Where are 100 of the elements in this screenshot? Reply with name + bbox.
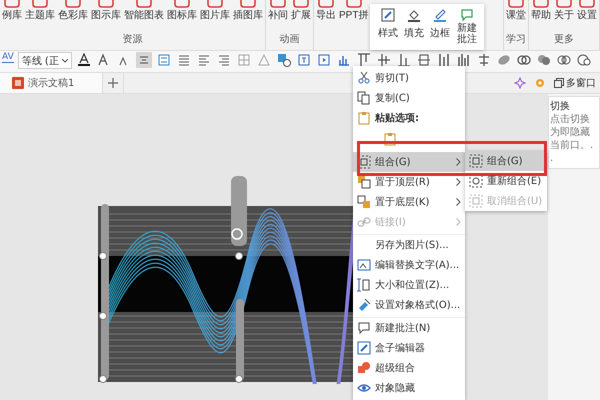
chevron-right-icon (456, 178, 461, 186)
align-left-icon (196, 53, 211, 67)
toolbar-button[interactable]: 填充 (404, 8, 424, 40)
clipboard-icon (383, 132, 397, 146)
ribbon-button[interactable]: 主题库 (25, 0, 55, 22)
ribbon-button[interactable]: 图标库 (167, 0, 197, 22)
menu-item[interactable]: 组合(G) (353, 152, 465, 172)
menu-item[interactable]: 置于顶层(R) (353, 172, 465, 192)
link-icon (357, 215, 371, 229)
menu-item[interactable]: 超级组合 (353, 358, 465, 378)
menu-item[interactable]: 盒子编辑器 (353, 338, 465, 358)
ribbon-button[interactable]: 智能图表 (124, 0, 164, 22)
multi-window-button[interactable]: 多窗口 (554, 76, 600, 90)
shape-icon (256, 53, 271, 67)
group-label: 更多 (554, 34, 574, 46)
text-box-icon (296, 53, 311, 67)
ribbon-button[interactable]: 设置 (577, 0, 597, 22)
menu-item[interactable]: 复制(C) (353, 88, 465, 108)
character-spacing-button[interactable]: AV (2, 52, 14, 63)
union-icon (496, 53, 511, 67)
ribbon-button[interactable]: 帮助 (531, 0, 551, 22)
chevron-right-icon (456, 158, 461, 166)
alt-text-icon (357, 258, 371, 272)
sparkle-icon (514, 77, 526, 89)
scissors-icon (357, 71, 371, 85)
menu-item[interactable]: 重新组合(E) (465, 171, 547, 191)
table-icon (236, 53, 251, 67)
ribbon-icon (206, 0, 224, 8)
ribbon-button[interactable]: 补间 (268, 0, 288, 22)
justify-icon (176, 53, 191, 67)
style-icon (381, 8, 395, 22)
chevron-right-icon (456, 198, 461, 206)
ribbon-icon (173, 0, 191, 8)
document-tab[interactable]: 演示文稿1 (0, 73, 103, 93)
fill-bucket-icon (407, 8, 421, 22)
align-right-icon (216, 53, 231, 67)
new-comment-icon (460, 8, 474, 22)
menu-item[interactable]: 编辑替换文字(A)... (353, 255, 465, 275)
presentation-file-icon (12, 77, 24, 89)
align-middle-icon (376, 53, 391, 67)
plus-icon (108, 78, 118, 88)
menu-item[interactable]: 置于底层(K) (353, 192, 465, 212)
menu-item[interactable]: 另存为图片(S)... (353, 234, 465, 255)
ribbon-icon (269, 0, 287, 8)
ribbon-button[interactable]: 导出 (316, 0, 336, 22)
toolbar-button[interactable]: 边框 (430, 8, 450, 40)
send-back-icon (357, 195, 371, 209)
ribbon-button[interactable]: 插图库 (233, 0, 263, 22)
ribbon-button[interactable]: 色彩库 (58, 0, 88, 22)
ribbon-button[interactable]: 关于 (554, 0, 574, 22)
chevron-right-icon (456, 218, 461, 226)
ribbon-icon (344, 0, 363, 8)
group-objects-icon (476, 53, 491, 67)
ungroup-icon (469, 194, 483, 208)
ribbon-button[interactable]: 例库 (2, 0, 22, 22)
menu-item[interactable]: 设置对象格式(O)... (353, 295, 465, 315)
media-icon (316, 53, 331, 67)
combine-icon (516, 53, 531, 67)
ribbon-icon (317, 0, 335, 8)
ribbon-icon (239, 0, 257, 8)
ribbon-icon (97, 0, 115, 8)
group-icon (357, 155, 371, 169)
tooltip-title: 切换 (550, 100, 571, 113)
ribbon-icon (64, 0, 82, 8)
paste-options-label: 粘贴选项: (375, 112, 420, 125)
intersect-icon (556, 53, 571, 67)
settings-icon (534, 77, 546, 89)
regroup-icon (469, 174, 483, 188)
ribbon-icon (292, 0, 310, 8)
windows-icon (554, 78, 564, 88)
comment-icon (357, 321, 371, 335)
ribbon-button[interactable]: 图示库 (91, 0, 121, 22)
fragment-icon (536, 53, 551, 67)
chart-icon (336, 53, 351, 67)
menu-item[interactable]: 新建批注(N) (353, 317, 465, 338)
group-icon (469, 154, 483, 168)
bring-front-icon (357, 175, 371, 189)
menu-item[interactable]: 对象隐藏 (353, 378, 465, 398)
shapes-combine-icon (357, 361, 371, 375)
font-color-icon (76, 53, 91, 67)
toolbar-button[interactable]: 样式 (378, 8, 398, 40)
ribbon-button[interactable]: 课堂 (506, 0, 526, 22)
ribbon-button[interactable]: PPT拼 (339, 0, 368, 22)
edit-icon (357, 341, 371, 355)
toolbar-button[interactable]: 新建批注 (456, 8, 478, 45)
font-dropdown[interactable]: 等线 (正 (18, 52, 72, 69)
ribbon-icon (532, 0, 550, 8)
tooltip-text: 点击切换为即隐藏当前口。. . (550, 113, 594, 165)
ribbon-icon (3, 0, 21, 8)
menu-item[interactable]: 组合(G) (465, 151, 547, 171)
menu-item[interactable]: 大小和位置(Z)... (353, 275, 465, 295)
ribbon-icon (578, 0, 596, 8)
ribbon-button[interactable]: 扩展 (291, 0, 311, 22)
border-pen-icon (433, 8, 447, 22)
ribbon-button[interactable]: 图片库 (200, 0, 230, 22)
copy-icon (357, 91, 371, 105)
menu-item[interactable]: 剪切(T) (353, 68, 465, 88)
ribbon-icon (507, 0, 525, 8)
ribbon-icon (31, 0, 49, 8)
ribbon-icon (555, 0, 573, 8)
